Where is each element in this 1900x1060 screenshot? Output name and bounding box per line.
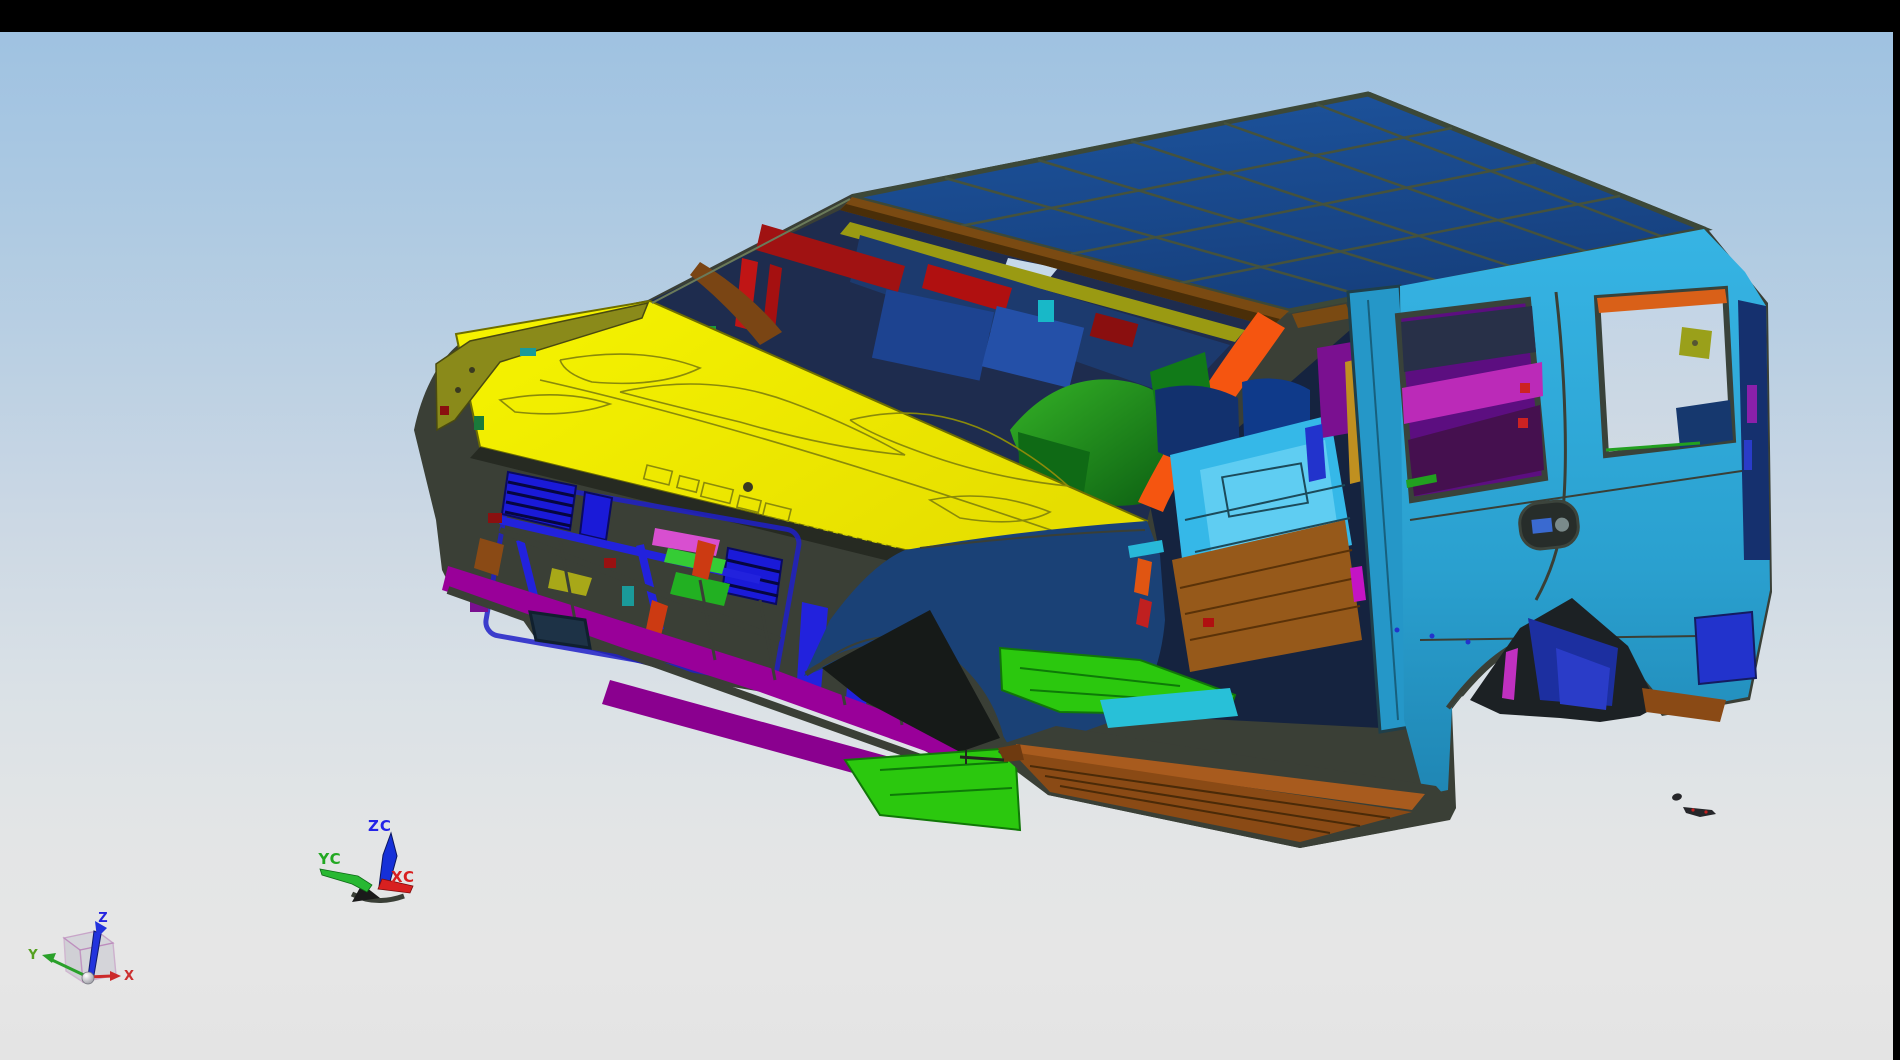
datum-y-label: Y xyxy=(27,948,38,963)
wcs-y-axis[interactable] xyxy=(320,869,372,892)
wcs-z-label: ZC xyxy=(368,817,392,835)
car-model[interactable] xyxy=(414,92,1772,848)
wcs-triad[interactable]: ZC YC XC xyxy=(317,817,415,902)
wcs-y-label: YC xyxy=(317,850,341,868)
window-corner-navy xyxy=(1676,400,1733,448)
datum-csys[interactable]: Z Y X xyxy=(27,911,134,984)
rear-mount-blue xyxy=(1695,612,1756,684)
top-black-bar xyxy=(0,0,1900,32)
application-window: ZC YC XC Z Y X xyxy=(0,0,1900,1060)
right-black-bar xyxy=(1893,0,1900,1060)
loose-parts[interactable] xyxy=(1671,792,1716,817)
bodyside-panel[interactable] xyxy=(1395,229,1771,795)
cowl-cyan-bit xyxy=(1038,300,1054,322)
datum-x-label: X xyxy=(124,969,134,984)
quarter-window xyxy=(1597,289,1733,455)
datum-z-label: Z xyxy=(98,911,107,926)
3d-scene[interactable]: ZC YC XC Z Y X xyxy=(0,0,1900,1060)
wcs-x-label: XC xyxy=(391,868,415,886)
datum-origin-ball[interactable] xyxy=(82,972,94,984)
door-handle-pocket[interactable] xyxy=(1518,499,1580,551)
rear-door-window xyxy=(1398,300,1545,500)
